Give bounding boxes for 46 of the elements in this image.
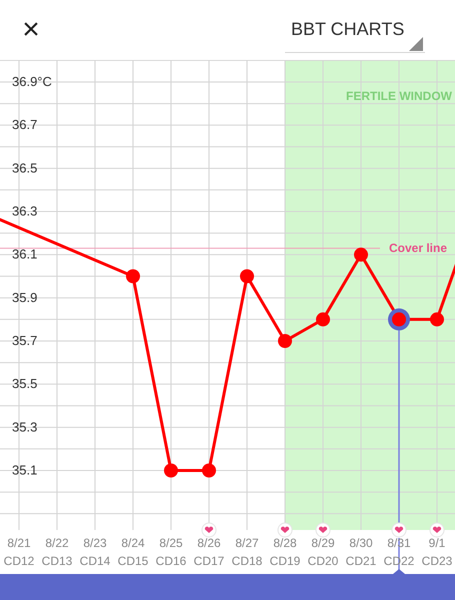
y-axis-label: 35.1 [12, 462, 38, 478]
cycle-day-label: CD14 [80, 554, 110, 568]
selected-data-point[interactable] [388, 308, 410, 330]
y-axis-label: 35.7 [12, 333, 38, 348]
y-axis-label: 36.1 [12, 246, 38, 262]
data-point[interactable] [126, 269, 140, 284]
cycle-day-label: CD13 [42, 554, 72, 568]
close-button[interactable]: × [18, 17, 44, 43]
date-label: 8/24 [121, 536, 145, 550]
date-label: 8/26 [197, 536, 221, 550]
data-point[interactable] [316, 312, 330, 326]
cycle-day-label: CD15 [118, 554, 148, 568]
date-label: 8/29 [311, 536, 335, 550]
cycle-day-label: CD16 [156, 554, 186, 568]
data-point[interactable] [354, 248, 368, 262]
cycle-day-label: CD18 [232, 554, 262, 568]
data-point[interactable] [202, 464, 216, 478]
date-label: 8/27 [235, 536, 259, 550]
cycle-day-label: CD12 [4, 554, 34, 568]
date-label: 8/25 [159, 536, 183, 550]
date-label: 9/1 [428, 536, 446, 550]
data-point[interactable] [240, 269, 254, 284]
y-axis-label: 36.3 [12, 204, 38, 218]
fertile-window-label: FERTILE WINDOW [346, 89, 452, 103]
cycle-day-label: CD23 [422, 554, 452, 568]
y-axis-label: 35.3 [12, 419, 38, 434]
date-label: 8/28 [273, 536, 297, 550]
cycle-day-label: CD21 [346, 554, 376, 568]
y-axis-label: 36.5 [12, 160, 38, 176]
date-label: 8/30 [349, 536, 373, 550]
date-label: 8/23 [83, 536, 107, 550]
cycle-day-label: CD17 [194, 554, 224, 568]
date-label: 8/21 [7, 536, 31, 550]
data-point[interactable] [430, 312, 444, 326]
y-axis-label: 36.7 [12, 117, 38, 132]
cycle-day-label: CD19 [270, 554, 300, 568]
y-axis-label: 36.9°C [12, 74, 52, 90]
cycle-day-label: CD20 [308, 554, 338, 568]
y-axis-label: 35.9 [12, 290, 38, 305]
y-axis-label: 35.5 [12, 376, 38, 392]
cover-line-label: Cover line [389, 241, 448, 256]
data-point[interactable] [278, 334, 292, 348]
dropdown-triangle-icon [409, 37, 423, 51]
data-point[interactable] [164, 464, 178, 478]
chart-dropdown[interactable]: BBT CHARTS [285, 15, 425, 53]
date-label: 8/22 [45, 536, 69, 550]
